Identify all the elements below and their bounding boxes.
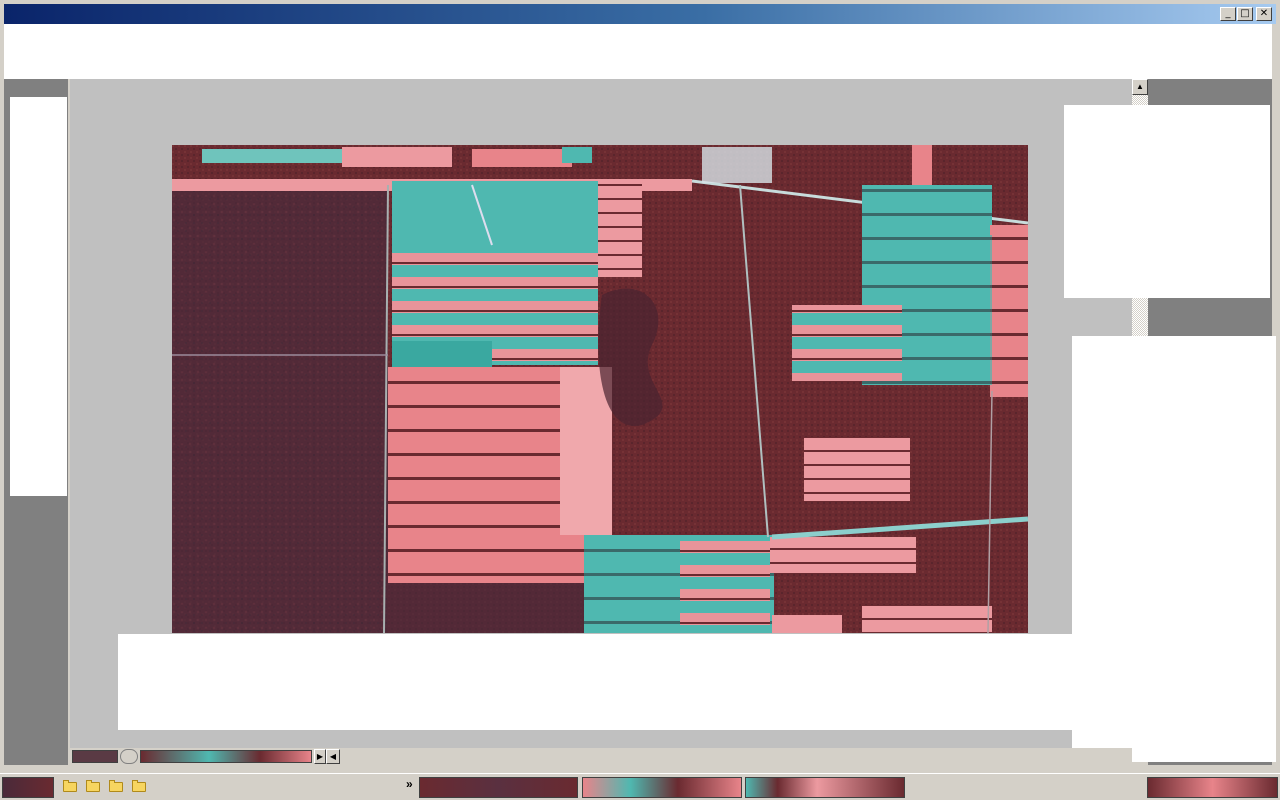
taskbar-overflow-chevron[interactable]: » (406, 777, 413, 791)
taskbar-tray-thumbnail[interactable] (1147, 777, 1278, 798)
maximize-button[interactable]: □ (1237, 7, 1253, 21)
left-panel (4, 79, 68, 765)
taskbar-thumbnail[interactable] (2, 777, 54, 798)
toolbar-area (4, 24, 1272, 79)
filmstrip-bar: ▶ ◀ (70, 748, 1132, 765)
taskbar: » (0, 773, 1280, 800)
taskbar-window-button[interactable] (582, 777, 742, 798)
left-panel-content (10, 97, 67, 496)
scroll-right-button[interactable]: ▶ (314, 749, 326, 764)
folder-icon[interactable] (86, 780, 100, 792)
title-bar: _ □ ✕ (4, 4, 1276, 24)
caption-panel (118, 634, 1072, 730)
minimize-button[interactable]: _ (1220, 7, 1236, 21)
info-panel-bottom (1072, 336, 1276, 762)
clock-icon[interactable] (120, 749, 138, 764)
close-button[interactable]: ✕ (1256, 7, 1272, 21)
info-panel-top (1064, 105, 1270, 298)
folder-icon[interactable] (63, 780, 77, 792)
filmstrip-thumbnail[interactable] (72, 750, 118, 763)
scroll-left-button[interactable]: ◀ (326, 749, 340, 764)
folder-icon[interactable] (132, 780, 146, 792)
taskbar-window-button[interactable] (745, 777, 905, 798)
taskbar-window-button[interactable] (419, 777, 578, 798)
satellite-image-icon (172, 145, 1028, 633)
satellite-image[interactable] (172, 145, 1028, 633)
left-panel-header (4, 79, 68, 97)
folder-icon[interactable] (109, 780, 123, 792)
scroll-up-button[interactable]: ▲ (1132, 79, 1148, 95)
filmstrip-thumbnail-wide[interactable] (140, 750, 312, 763)
